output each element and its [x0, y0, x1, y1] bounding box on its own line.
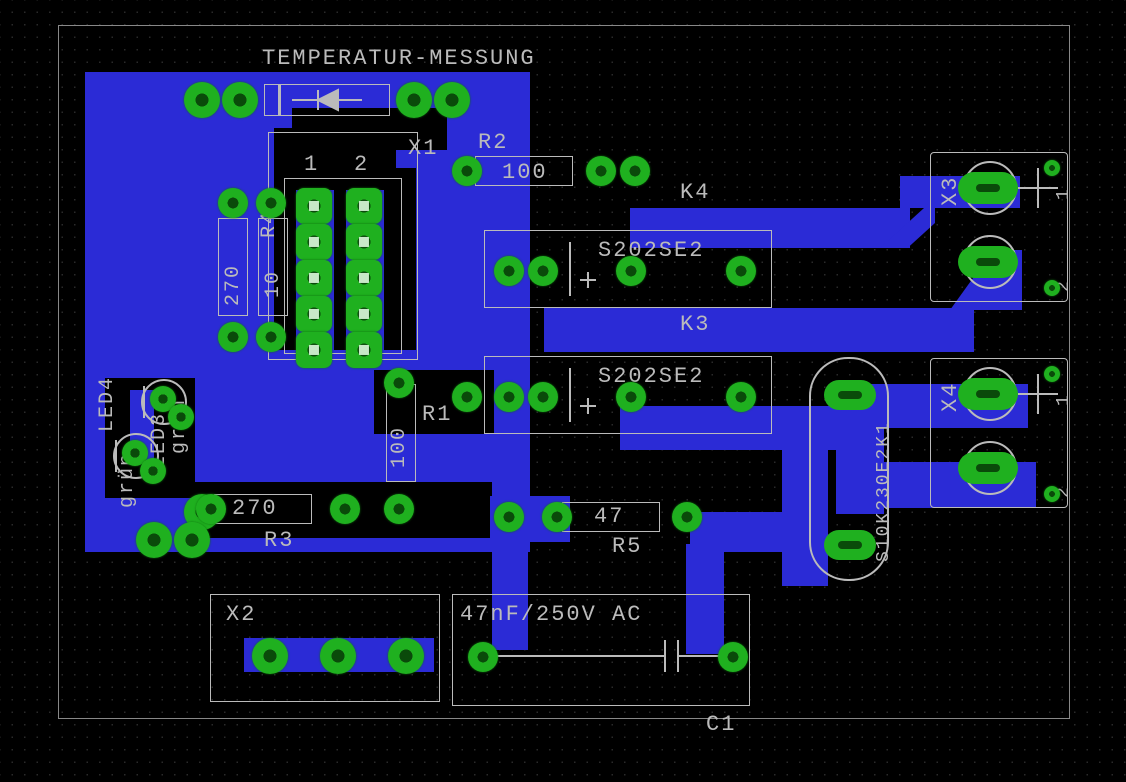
label-r4b-val: 270: [222, 264, 245, 306]
label-k3: K3: [680, 312, 710, 337]
pad-x2-2[interactable]: [320, 638, 356, 674]
pad-x3-mount-t[interactable]: [1044, 160, 1060, 176]
pad-x4-mount-t[interactable]: [1044, 366, 1060, 382]
pad-x4-mount-b[interactable]: [1044, 486, 1060, 502]
pad-r1-b[interactable]: [384, 494, 414, 524]
pad-x3-2[interactable]: [958, 246, 1018, 278]
label-c1: C1: [706, 712, 736, 737]
pad-x1-7[interactable]: [296, 296, 332, 332]
pad-r2-c[interactable]: [620, 156, 650, 186]
pad-x1-6[interactable]: [346, 260, 382, 296]
label-x4-pin1: 1: [1054, 393, 1074, 406]
pad-k4-2[interactable]: [528, 256, 558, 286]
pad-r2-a[interactable]: [452, 156, 482, 186]
silk-diode-symbol: [292, 86, 362, 114]
pad-x2-3[interactable]: [388, 638, 424, 674]
label-r3: R3: [264, 528, 294, 553]
pad-x4-1[interactable]: [958, 378, 1018, 410]
pad-k4-3[interactable]: [616, 256, 646, 286]
label-r1: R1: [422, 402, 452, 427]
label-r5-val: 47: [594, 504, 624, 529]
label-c1-val: 47nF/250V AC: [460, 602, 642, 627]
pad-r4a-top[interactable]: [218, 188, 248, 218]
pad-r2-b[interactable]: [586, 156, 616, 186]
pad-r4a-bot[interactable]: [218, 322, 248, 352]
pad-top-r2[interactable]: [434, 82, 470, 118]
label-k3-part: S202SE2: [598, 364, 704, 389]
pad-var-bot[interactable]: [824, 530, 876, 560]
pad-k3-3[interactable]: [616, 382, 646, 412]
pad-x1-10[interactable]: [346, 332, 382, 368]
label-hdr-1: 1: [304, 152, 319, 177]
title-text: TEMPERATUR-MESSUNG: [262, 46, 536, 71]
label-r1-val: 100: [388, 426, 411, 468]
pad-led3-b[interactable]: [168, 404, 194, 430]
pad-led4-b[interactable]: [140, 458, 166, 484]
pad-k4-1[interactable]: [494, 256, 524, 286]
pad-x1-1[interactable]: [296, 188, 332, 224]
pad-r3-b[interactable]: [330, 494, 360, 524]
pad-x4-2[interactable]: [958, 452, 1018, 484]
pad-x1-9[interactable]: [296, 332, 332, 368]
label-r3-val: 270: [232, 496, 278, 521]
label-x1: X1: [408, 136, 438, 161]
pad-x1-3[interactable]: [296, 224, 332, 260]
pad-r4b-top[interactable]: [256, 188, 286, 218]
label-r4-val: 10: [262, 270, 285, 298]
pad-snub-a[interactable]: [494, 502, 524, 532]
label-k4: K4: [680, 180, 710, 205]
silk-diode-band: [278, 84, 281, 116]
label-varistor: S10K230E2K1: [874, 421, 894, 562]
pcb-canvas[interactable]: TEMPERATUR-MESSUNG X1 R2 100 1 2 K4 S202…: [0, 0, 1126, 782]
pad-r5-a[interactable]: [542, 502, 572, 532]
label-r2-val: 100: [502, 160, 548, 185]
pad-k3-4[interactable]: [726, 382, 756, 412]
label-x2: X2: [226, 602, 256, 627]
pad-x3-1[interactable]: [958, 172, 1018, 204]
pad-x1-5[interactable]: [296, 260, 332, 296]
pad-x3-mount-b[interactable]: [1044, 280, 1060, 296]
trace-r5-to-snub: [690, 512, 790, 552]
pad-top-r1[interactable]: [396, 82, 432, 118]
pad-top-l2[interactable]: [222, 82, 258, 118]
label-hdr-2: 2: [354, 152, 369, 177]
pad-bl-2[interactable]: [174, 522, 210, 558]
label-r5: R5: [612, 534, 642, 559]
pad-c1-a[interactable]: [468, 642, 498, 672]
pad-r3-a[interactable]: [196, 494, 226, 524]
pad-var-top[interactable]: [824, 380, 876, 410]
pad-k3-2[interactable]: [528, 382, 558, 412]
pad-r1-a[interactable]: [384, 368, 414, 398]
pad-x1-4[interactable]: [346, 224, 382, 260]
silk-c1-symbol: [470, 636, 734, 676]
label-led4: LED4: [96, 376, 119, 432]
pad-k4-4[interactable]: [726, 256, 756, 286]
pad-r5-b[interactable]: [672, 502, 702, 532]
pad-r4b-bot[interactable]: [256, 322, 286, 352]
label-k4-part: S202SE2: [598, 238, 704, 263]
label-r2: R2: [478, 130, 508, 155]
pad-x1-2[interactable]: [346, 188, 382, 224]
pad-x1-8[interactable]: [346, 296, 382, 332]
pad-bl-1[interactable]: [136, 522, 172, 558]
pad-x2-1[interactable]: [252, 638, 288, 674]
pad-r1-mid[interactable]: [452, 382, 482, 412]
label-x3-pin1: 1: [1054, 187, 1074, 200]
pad-top-l1[interactable]: [184, 82, 220, 118]
pad-k3-1[interactable]: [494, 382, 524, 412]
trace-k3-horiz: [544, 308, 974, 352]
pad-c1-b[interactable]: [718, 642, 748, 672]
